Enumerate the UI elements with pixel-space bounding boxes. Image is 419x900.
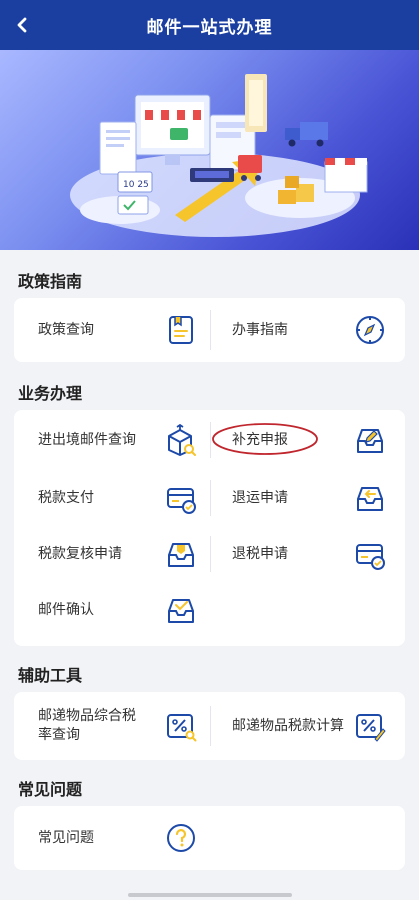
section-title-policy: 政策指南 <box>18 272 83 291</box>
service-guide-label: 办事指南 <box>232 321 288 338</box>
service-guide-item[interactable]: 办事指南 <box>232 298 402 362</box>
tray-return-icon <box>357 487 383 511</box>
back-button[interactable] <box>6 9 38 41</box>
highlight-ellipse <box>212 423 318 455</box>
faq-card: 常见问题 <box>14 806 405 870</box>
card-check-icon <box>356 544 385 570</box>
home-indicator <box>128 893 292 897</box>
ecommerce-illustration: 10 25 <box>70 74 368 237</box>
section-title-faq: 常见问题 <box>18 780 83 799</box>
tax-review-item[interactable]: 税款复核申请 <box>38 524 208 584</box>
faq-label: 常见问题 <box>38 829 94 846</box>
package-search-icon <box>168 424 196 456</box>
tax-calculator-label: 邮递物品税款计算 <box>232 717 344 734</box>
document-icon <box>169 316 193 344</box>
return-shipment-item[interactable]: 退运申请 <box>232 468 402 528</box>
faq-item[interactable]: 常见问题 <box>38 806 208 870</box>
banner-illustration: 10 25 <box>0 50 419 250</box>
section-title-business: 业务办理 <box>18 384 83 403</box>
return-shipment-label: 退运申请 <box>232 489 288 506</box>
mail-confirm-label: 邮件确认 <box>38 601 94 618</box>
mail-query-label: 进出境邮件查询 <box>38 431 136 448</box>
tray-check-icon <box>168 543 194 567</box>
tax-rate-query-label: 邮递物品综合税率查询 <box>38 708 136 743</box>
question-icon <box>167 824 195 852</box>
card-check-icon <box>167 488 196 514</box>
tray-edit-icon <box>357 429 383 453</box>
percent-calc-icon <box>356 714 386 742</box>
policy-card: 政策查询 办事指南 <box>14 298 405 362</box>
divider <box>210 480 211 516</box>
section-title-tools: 辅助工具 <box>18 666 83 685</box>
percent-search-icon <box>167 714 197 742</box>
tax-calculator-item[interactable]: 邮递物品税款计算 <box>232 692 402 760</box>
tax-review-label: 税款复核申请 <box>38 545 122 562</box>
mail-query-item[interactable]: 进出境邮件查询 <box>38 410 208 470</box>
tray-confirm-icon <box>168 599 194 623</box>
divider <box>210 706 211 746</box>
tax-rate-query-item[interactable]: 邮递物品综合税率查询 <box>38 692 208 760</box>
back-arrow-icon <box>17 17 27 33</box>
tax-refund-item[interactable]: 退税申请 <box>232 524 402 584</box>
divider <box>210 536 211 572</box>
top-bar: 邮件一站式办理 <box>0 0 419 50</box>
tax-refund-label: 退税申请 <box>232 545 288 562</box>
tools-card: 邮递物品综合税率查询 邮递物品税款计算 <box>14 692 405 760</box>
business-card: 进出境邮件查询 补充申报 税款支付 退运申请 税款复核申请 退税申请 邮件确认 <box>14 410 405 646</box>
mail-confirm-item[interactable]: 邮件确认 <box>38 580 208 640</box>
divider <box>210 310 211 350</box>
policy-query-label: 政策查询 <box>38 321 94 338</box>
tax-payment-item[interactable]: 税款支付 <box>38 468 208 528</box>
compass-icon <box>356 316 384 344</box>
tax-payment-label: 税款支付 <box>38 489 94 506</box>
svg-text:10 25: 10 25 <box>123 180 149 190</box>
page-title: 邮件一站式办理 <box>146 17 273 38</box>
policy-query-item[interactable]: 政策查询 <box>38 298 208 362</box>
